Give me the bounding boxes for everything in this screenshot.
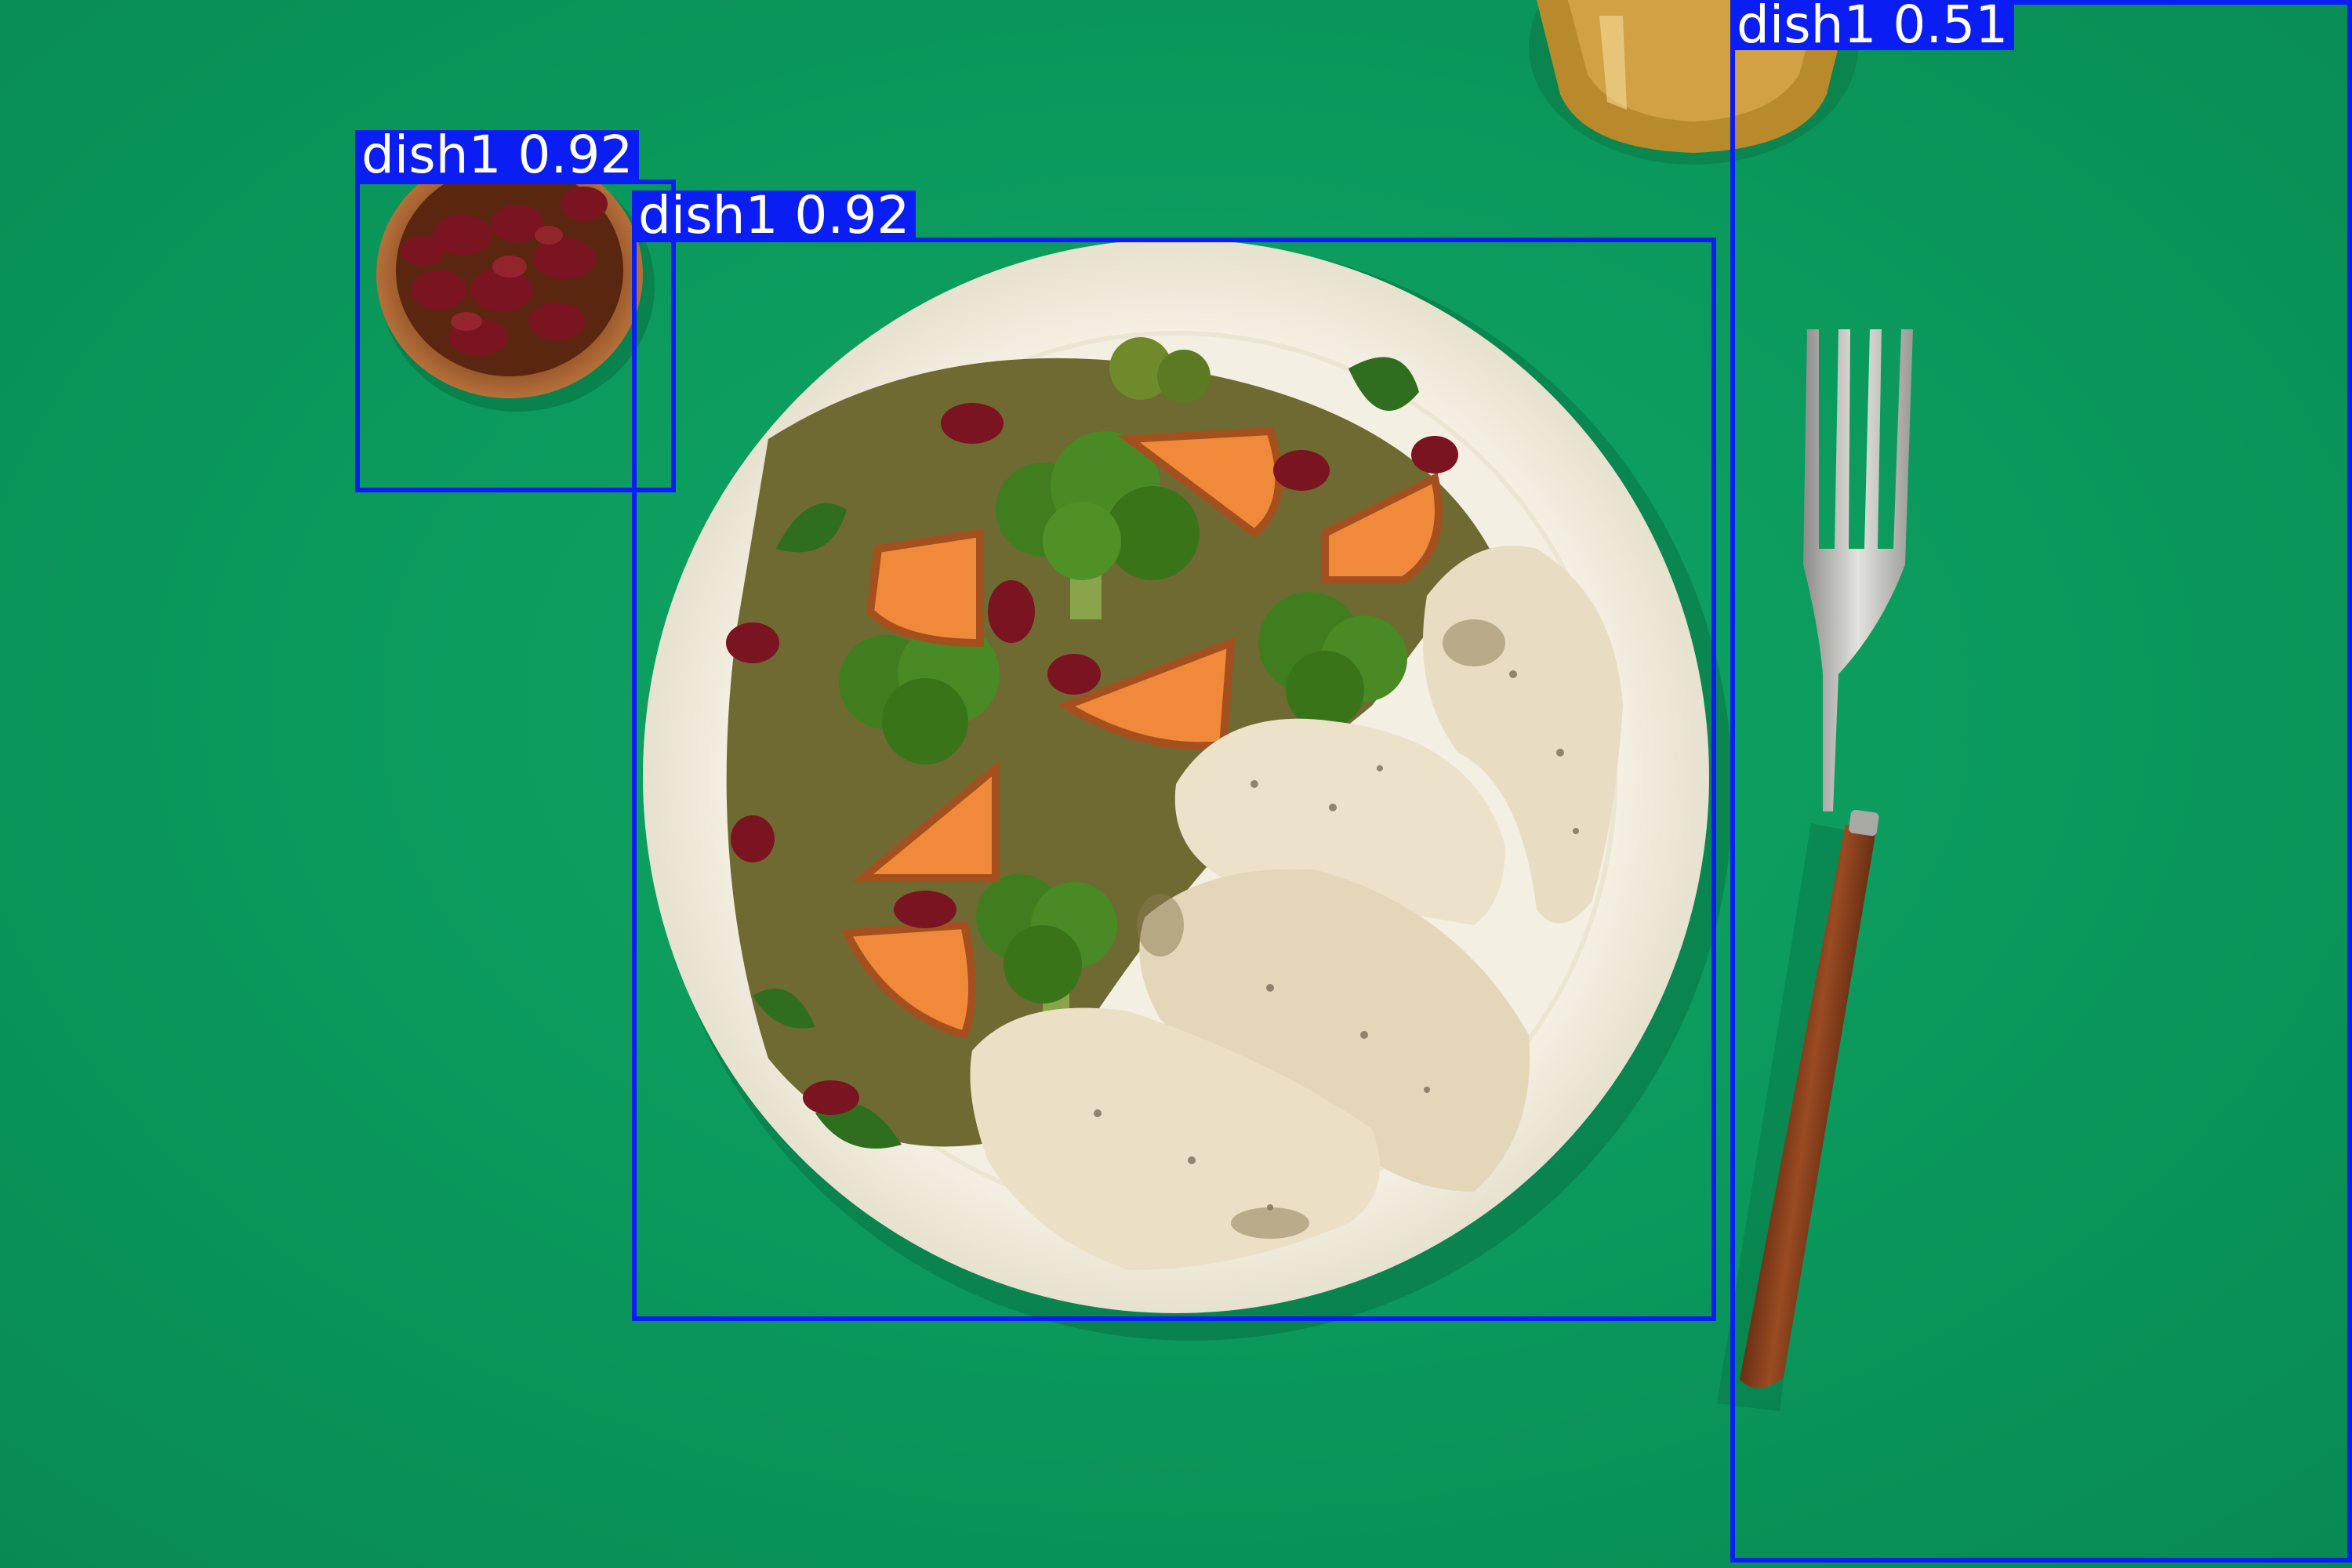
detection-label: dish1 0.92 bbox=[632, 190, 916, 241]
detection-box bbox=[355, 180, 676, 492]
detection-box bbox=[632, 238, 1716, 1321]
photo-scene: dish1 0.92 dish1 0.92 dish1 0.51 bbox=[0, 0, 2352, 1568]
detection-box bbox=[1730, 0, 2352, 1563]
detection-label: dish1 0.92 bbox=[355, 129, 640, 181]
detection-label: dish1 0.51 bbox=[1730, 0, 2015, 51]
